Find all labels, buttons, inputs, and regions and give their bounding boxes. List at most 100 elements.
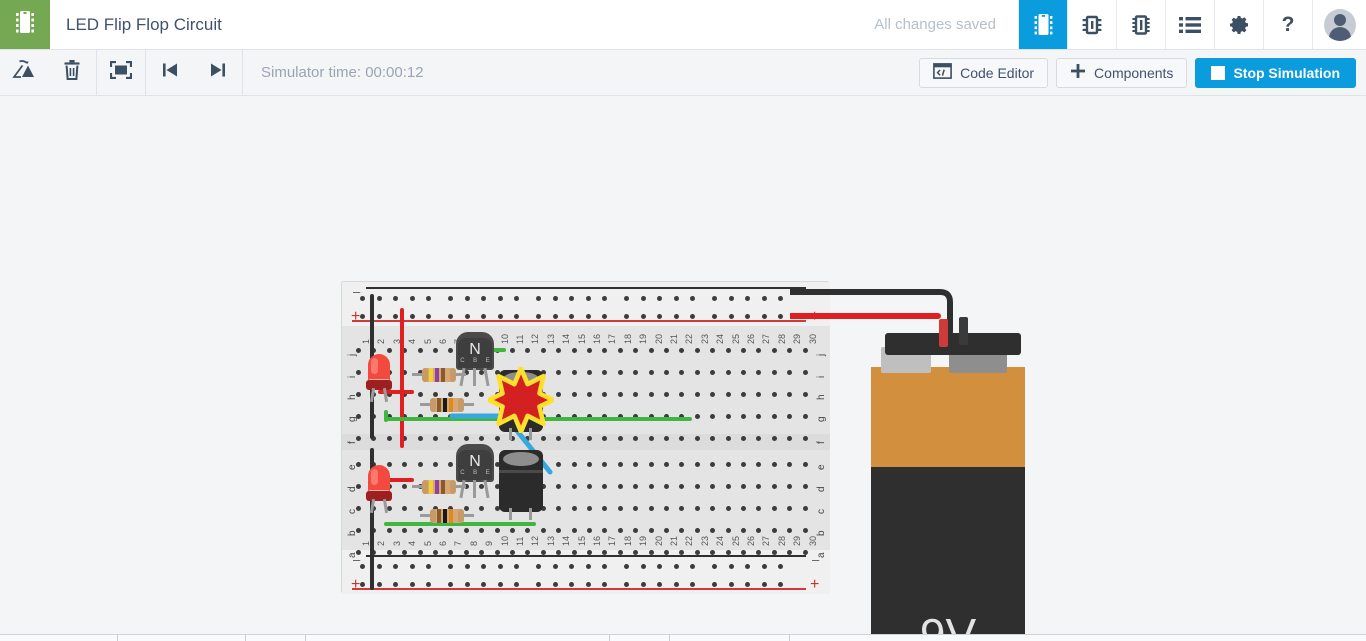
rail-hole-bottom-neg[interactable]: [728, 564, 734, 569]
rail-hole-bottom-neg[interactable]: [602, 564, 607, 569]
user-avatar-button[interactable]: [1312, 0, 1366, 49]
hole-f-5[interactable]: [417, 436, 423, 441]
rail-hole-top-pos[interactable]: [624, 314, 629, 319]
breadboard[interactable]: – + – + – + – + 112233445566778899101011…: [341, 281, 830, 594]
hole-b-30[interactable]: [802, 528, 808, 533]
hole-j-18[interactable]: [617, 348, 623, 353]
rail-hole-bottom-pos[interactable]: [481, 582, 486, 587]
rail-hole-bottom-pos[interactable]: [761, 582, 767, 587]
rail-hole-bottom-neg[interactable]: [624, 564, 629, 569]
rail-hole-bottom-neg[interactable]: [569, 564, 574, 569]
rail-hole-top-pos[interactable]: [514, 314, 519, 319]
hole-d-16[interactable]: [587, 484, 592, 489]
rail-hole-top-neg[interactable]: [728, 296, 734, 301]
hole-c-21[interactable]: [664, 506, 669, 511]
rail-hole-top-pos[interactable]: [728, 314, 734, 319]
battery-clip-negative[interactable]: [959, 317, 968, 345]
hole-b-23[interactable]: [694, 528, 700, 533]
rail-hole-top-pos[interactable]: [690, 314, 695, 319]
hole-d-26[interactable]: [741, 484, 746, 489]
hole-g-30[interactable]: [802, 414, 808, 419]
hole-i-30[interactable]: [802, 370, 808, 375]
rail-hole-top-pos[interactable]: [761, 314, 767, 319]
hole-c-16[interactable]: [587, 506, 592, 511]
rail-hole-bottom-pos[interactable]: [497, 582, 503, 587]
rail-hole-bottom-pos[interactable]: [712, 582, 717, 587]
hole-e-5[interactable]: [417, 462, 423, 467]
rail-hole-top-pos[interactable]: [778, 314, 783, 319]
rail-hole-top-neg[interactable]: [393, 296, 398, 301]
resistor-top-2[interactable]: [420, 398, 474, 412]
topbar-button-help[interactable]: ?: [1263, 0, 1312, 49]
rail-hole-bottom-pos[interactable]: [514, 582, 519, 587]
hole-a-21[interactable]: [664, 550, 669, 555]
rail-hole-top-pos[interactable]: [376, 314, 382, 319]
sliver-cell-5[interactable]: [610, 635, 670, 641]
hole-b-20[interactable]: [648, 528, 654, 533]
rail-hole-top-neg[interactable]: [569, 296, 574, 301]
hole-b-13[interactable]: [540, 528, 546, 533]
rail-hole-top-neg[interactable]: [552, 296, 558, 301]
hole-b-8[interactable]: [463, 528, 469, 533]
hole-d-23[interactable]: [694, 484, 700, 489]
bottom-panel-sliver[interactable]: [0, 634, 1366, 641]
rail-hole-bottom-pos[interactable]: [426, 582, 431, 587]
rail-hole-bottom-pos[interactable]: [728, 582, 734, 587]
hole-d-28[interactable]: [771, 484, 777, 489]
hole-h-5[interactable]: [417, 392, 423, 397]
hole-j-21[interactable]: [664, 348, 669, 353]
hole-b-11[interactable]: [510, 528, 515, 533]
rail-hole-bottom-neg[interactable]: [376, 564, 382, 569]
hole-j-23[interactable]: [694, 348, 700, 353]
topbar-button-list-view[interactable]: [1165, 0, 1214, 49]
hole-j-3[interactable]: [386, 348, 392, 353]
rail-hole-bottom-neg[interactable]: [497, 564, 503, 569]
hole-b-16[interactable]: [587, 528, 592, 533]
hole-d-30[interactable]: [802, 484, 808, 489]
rail-hole-top-pos[interactable]: [602, 314, 607, 319]
rail-hole-top-pos[interactable]: [585, 314, 591, 319]
hole-f-21[interactable]: [664, 436, 669, 441]
rail-hole-top-neg[interactable]: [376, 296, 382, 301]
capacitor-bottom[interactable]: [499, 450, 543, 520]
rail-hole-top-neg[interactable]: [426, 296, 431, 301]
hole-h-30[interactable]: [802, 392, 808, 397]
rail-hole-top-neg[interactable]: [360, 296, 365, 301]
rail-hole-top-neg[interactable]: [657, 296, 662, 301]
hole-e-23[interactable]: [694, 462, 700, 467]
rail-hole-bottom-neg[interactable]: [481, 564, 486, 569]
hole-h-8[interactable]: [463, 392, 469, 397]
rail-hole-bottom-pos[interactable]: [602, 582, 607, 587]
rail-hole-top-neg[interactable]: [448, 296, 453, 301]
hole-i-15[interactable]: [571, 370, 577, 375]
sliver-cell-1[interactable]: [0, 635, 118, 641]
rail-hole-top-pos[interactable]: [409, 314, 415, 319]
hole-e-18[interactable]: [617, 462, 623, 467]
hole-e-25[interactable]: [725, 462, 731, 467]
hole-i-26[interactable]: [741, 370, 746, 375]
hole-a-18[interactable]: [617, 550, 623, 555]
hole-i-21[interactable]: [664, 370, 669, 375]
sliver-cell-6[interactable]: [670, 635, 790, 641]
hole-a-11[interactable]: [510, 550, 515, 555]
rail-hole-bottom-neg[interactable]: [464, 564, 470, 569]
hole-i-23[interactable]: [694, 370, 700, 375]
rail-hole-bottom-neg[interactable]: [745, 564, 750, 569]
hole-b-25[interactable]: [725, 528, 731, 533]
hole-b-15[interactable]: [571, 528, 577, 533]
hole-i-20[interactable]: [648, 370, 654, 375]
rail-hole-top-pos[interactable]: [712, 314, 717, 319]
hole-h-26[interactable]: [741, 392, 746, 397]
hole-h-15[interactable]: [571, 392, 577, 397]
rail-hole-bottom-pos[interactable]: [640, 582, 646, 587]
rail-hole-top-neg[interactable]: [673, 296, 679, 301]
rail-hole-top-neg[interactable]: [640, 296, 646, 301]
hole-j-15[interactable]: [571, 348, 577, 353]
rail-hole-top-neg[interactable]: [624, 296, 629, 301]
topbar-button-settings[interactable]: [1214, 0, 1263, 49]
hole-a-25[interactable]: [725, 550, 731, 555]
hole-a-10[interactable]: [494, 550, 500, 555]
led-top[interactable]: [366, 354, 392, 403]
hole-a-6[interactable]: [433, 550, 438, 555]
rail-hole-top-neg[interactable]: [464, 296, 470, 301]
